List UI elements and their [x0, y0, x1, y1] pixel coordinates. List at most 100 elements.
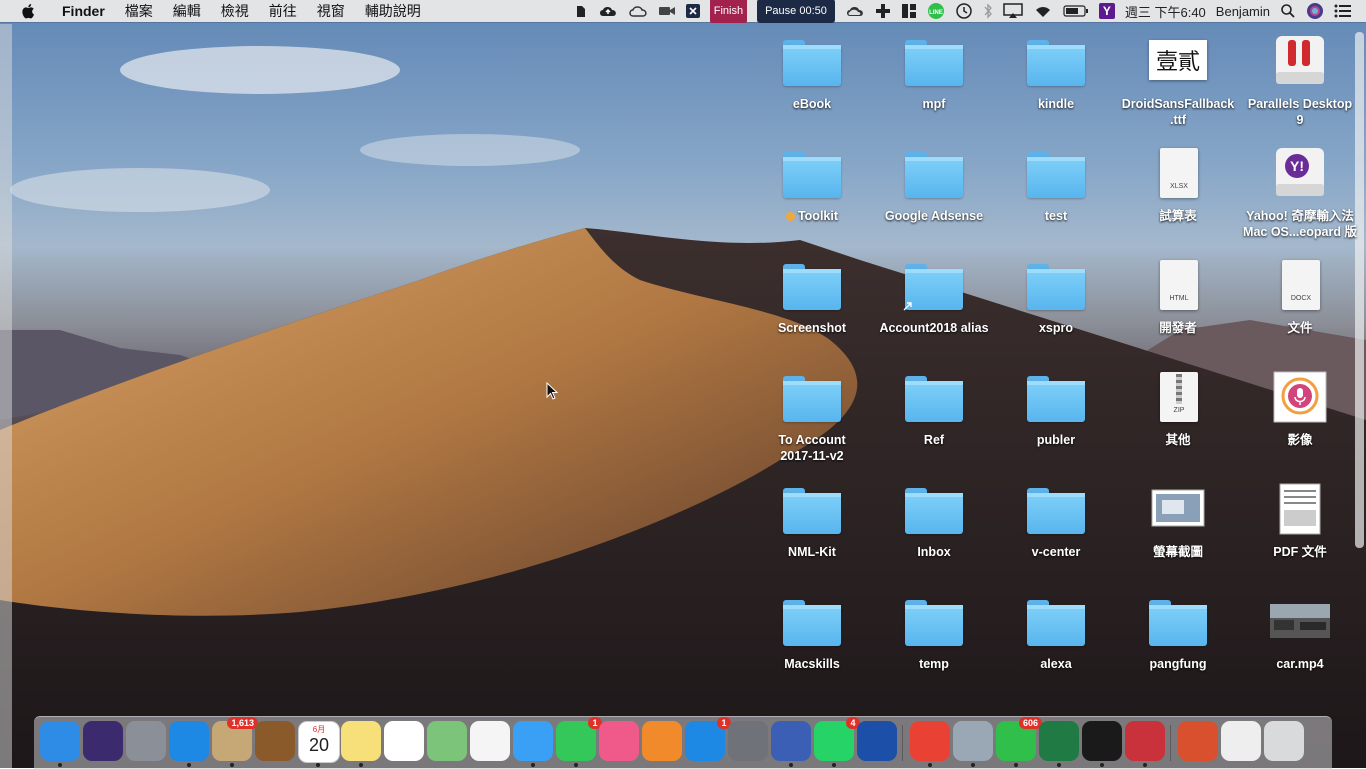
safari-icon[interactable]	[169, 721, 209, 761]
mail-icon[interactable]: 1,613	[212, 717, 258, 761]
contacts-icon[interactable]	[255, 721, 295, 761]
desktop-item[interactable]: Screenshot	[752, 256, 872, 336]
clock[interactable]: 週三 下午6:40	[1125, 0, 1206, 22]
wifi-icon[interactable]	[1033, 0, 1053, 22]
preview-icon[interactable]	[953, 721, 993, 761]
whatsapp-icon[interactable]: 4	[814, 717, 860, 761]
running-indicator	[574, 763, 578, 767]
folder-icon	[782, 144, 842, 200]
notes-icon[interactable]	[341, 721, 381, 761]
messages-icon[interactable]	[513, 721, 553, 761]
desktop-item[interactable]: Account2018 alias	[874, 256, 994, 336]
desktop-item[interactable]: car.mp4	[1240, 592, 1360, 672]
desktop-item[interactable]: ZIP 其他	[1118, 368, 1238, 448]
time-machine-icon[interactable]	[955, 0, 973, 22]
folder-icon	[904, 592, 964, 648]
menu-edit[interactable]: 編輯	[163, 1, 211, 21]
desktop-item[interactable]: 螢幕截圖	[1118, 480, 1238, 560]
desktop-item[interactable]: Ref	[874, 368, 994, 448]
books-stack-icon[interactable]	[1178, 721, 1218, 761]
desktop-item[interactable]: NML-Kit	[752, 480, 872, 560]
dock-separator	[1170, 725, 1171, 761]
desktop-item[interactable]: XLSX 試算表	[1118, 144, 1238, 224]
pause-recording-button[interactable]: Pause 00:50	[757, 0, 835, 23]
menu-window[interactable]: 視窗	[307, 1, 355, 21]
desktop-item[interactable]: Parallels Desktop 9	[1240, 32, 1360, 128]
creative-cloud-icon[interactable]	[628, 0, 648, 22]
desktop-item[interactable]: eBook	[752, 32, 872, 112]
desktop-item[interactable]: kindle	[996, 32, 1116, 112]
chrome-icon[interactable]	[910, 721, 950, 761]
running-indicator	[230, 763, 234, 767]
app-store-icon[interactable]: 1	[685, 717, 731, 761]
menu-file[interactable]: 檔案	[115, 1, 163, 21]
desktop-item-label: To Account 2017-11-v2	[778, 433, 846, 463]
parallels-icon	[1270, 32, 1330, 88]
desktop-item[interactable]: To Account 2017-11-v2	[752, 368, 872, 464]
cloud-icon[interactable]	[845, 0, 865, 22]
documents-stack-icon[interactable]	[1221, 721, 1261, 761]
desktop-item[interactable]: publer	[996, 368, 1116, 448]
line-icon[interactable]: 606	[996, 717, 1042, 761]
spotlight-search-icon[interactable]	[1280, 0, 1296, 22]
desktop-item[interactable]: HTML 開發者	[1118, 256, 1238, 336]
siri-menu-icon[interactable]	[1306, 0, 1324, 22]
airdrop-icon[interactable]	[857, 721, 897, 761]
ibooks-icon[interactable]	[642, 721, 682, 761]
airplay-icon[interactable]	[1003, 0, 1023, 22]
siri-icon[interactable]	[83, 721, 123, 761]
cloud-upload-icon[interactable]	[598, 0, 618, 22]
desktop-item-label: kindle	[1037, 97, 1075, 111]
desktop-item[interactable]: temp	[874, 592, 994, 672]
menu-app-finder[interactable]: Finder	[52, 3, 115, 19]
window-layout-icon[interactable]	[901, 0, 917, 22]
desktop-item[interactable]: PDF 文件	[1240, 480, 1360, 560]
desktop-item[interactable]: Google Adsense	[874, 144, 994, 224]
desktop-item[interactable]: Y! Yahoo! 奇摩輸入法 Mac OS...eopard 版	[1240, 144, 1360, 240]
finish-recording-button[interactable]: Finish	[709, 0, 748, 23]
launchpad-icon[interactable]	[126, 721, 166, 761]
finder-icon[interactable]	[40, 721, 80, 761]
desktop-item[interactable]: Toolkit	[752, 144, 872, 224]
desktop-item[interactable]: 影像	[1240, 368, 1360, 448]
desktop-item[interactable]: test	[996, 144, 1116, 224]
yahoo-input-icon[interactable]: Y	[1098, 3, 1115, 19]
desktop-item-label: pangfung	[1149, 657, 1207, 671]
video-camera-icon[interactable]	[658, 0, 676, 22]
desktop-item-label: Ref	[923, 433, 945, 447]
photos-icon[interactable]	[470, 721, 510, 761]
menu-go[interactable]: 前往	[259, 1, 307, 21]
apple-menu-icon[interactable]	[20, 2, 38, 20]
line-menu-icon[interactable]: LINE	[927, 0, 945, 22]
menu-help[interactable]: 輔助說明	[355, 1, 431, 21]
close-recording-icon[interactable]	[685, 0, 700, 22]
calendar-icon[interactable]: 6月 20	[298, 721, 340, 763]
terminal-icon[interactable]	[1082, 721, 1122, 761]
reminders-icon[interactable]	[384, 721, 424, 761]
desktop-item[interactable]: 壹貳 DroidSansFallback .ttf	[1118, 32, 1238, 128]
desktop-item[interactable]: v-center	[996, 480, 1116, 560]
battery-icon[interactable]	[1063, 0, 1089, 22]
desktop-item[interactable]: DOCX 文件	[1240, 256, 1360, 336]
itunes-icon[interactable]	[599, 721, 639, 761]
desktop-item[interactable]: pangfung	[1118, 592, 1238, 672]
desktop-item[interactable]: alexa	[996, 592, 1116, 672]
menu-view[interactable]: 檢視	[211, 1, 259, 21]
evernote-icon[interactable]	[573, 0, 588, 22]
user-menu[interactable]: Benjamin	[1216, 0, 1270, 22]
facetime-icon[interactable]: 1	[556, 717, 602, 761]
bluetooth-icon[interactable]	[983, 0, 993, 22]
plus-icon[interactable]	[875, 0, 891, 22]
trash-icon[interactable]	[1264, 721, 1304, 761]
desktop-item[interactable]: Macskills	[752, 592, 872, 672]
parallels-icon[interactable]	[1125, 721, 1165, 761]
notification-center-icon[interactable]	[1334, 0, 1352, 22]
excel-icon[interactable]	[1039, 721, 1079, 761]
omnifocus-icon[interactable]	[771, 721, 811, 761]
system-preferences-icon[interactable]	[728, 721, 768, 761]
desktop-item[interactable]: mpf	[874, 32, 994, 112]
desktop-item[interactable]: Inbox	[874, 480, 994, 560]
maps-icon[interactable]	[427, 721, 467, 761]
desktop-item[interactable]: xspro	[996, 256, 1116, 336]
desktop-item-label: Inbox	[917, 545, 951, 559]
